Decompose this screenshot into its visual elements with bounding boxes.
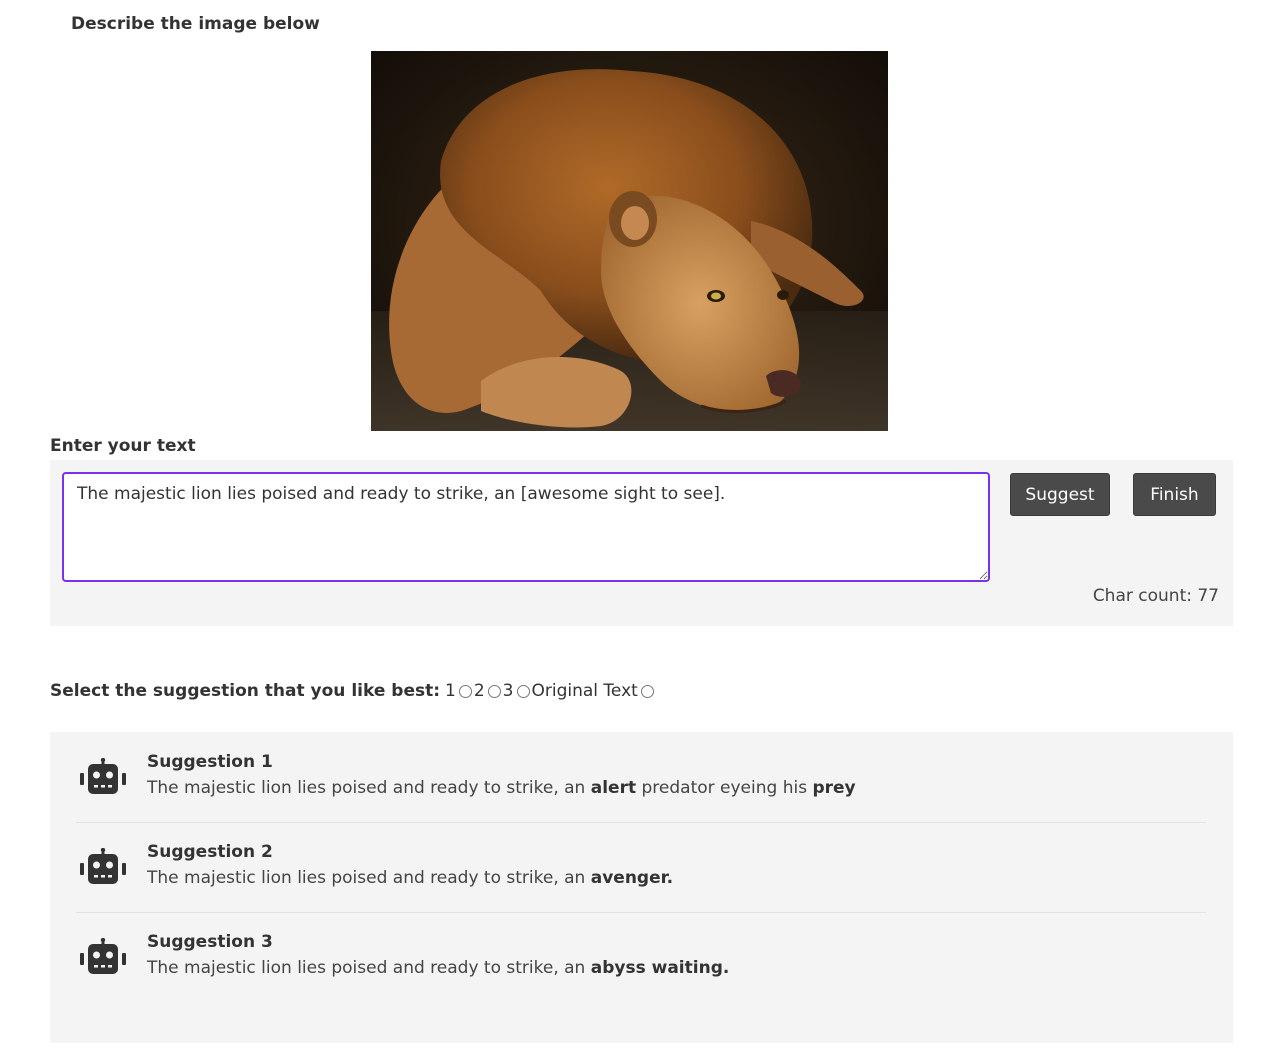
editor-panel: The majestic lion lies poised and ready … xyxy=(50,460,1233,626)
suggestion-item[interactable]: Suggestion 1 The majestic lion lies pois… xyxy=(76,732,1206,823)
char-count: Char count: 77 xyxy=(1092,586,1219,606)
radio-2[interactable] xyxy=(487,684,501,698)
suggestion-item[interactable]: Suggestion 3 The majestic lion lies pois… xyxy=(76,912,1206,1002)
radio-3[interactable] xyxy=(516,684,530,698)
prompt-label: Describe the image below xyxy=(71,14,320,34)
suggestion-text: The majestic lion lies poised and ready … xyxy=(147,958,730,978)
robot-icon xyxy=(80,848,126,884)
robot-icon xyxy=(80,938,126,974)
radio-option-label: 2 xyxy=(473,681,485,701)
suggestion-title: Suggestion 3 xyxy=(147,932,273,952)
suggestion-item[interactable]: Suggestion 2 The majestic lion lies pois… xyxy=(76,822,1206,913)
suggestion-text: The majestic lion lies poised and ready … xyxy=(147,778,856,798)
radio-option-3[interactable]: 3 xyxy=(503,681,532,701)
lion-image xyxy=(371,51,888,431)
finish-button[interactable]: Finish xyxy=(1133,473,1216,516)
selector-label: Select the suggestion that you like best… xyxy=(50,681,441,701)
suggestion-text: The majestic lion lies poised and ready … xyxy=(147,868,674,888)
suggestions-panel: Suggestion 1 The majestic lion lies pois… xyxy=(50,732,1233,1043)
radio-option-label: 1 xyxy=(445,681,456,701)
suggestion-title: Suggestion 2 xyxy=(147,842,273,862)
enter-text-label: Enter your text xyxy=(50,436,196,456)
radio-option-original[interactable]: Original Text xyxy=(532,681,656,701)
radio-option-label: Original Text xyxy=(531,681,638,701)
suggest-button[interactable]: Suggest xyxy=(1010,473,1110,516)
radio-option-2[interactable]: 2 xyxy=(474,681,503,701)
suggestion-title: Suggestion 1 xyxy=(147,752,273,772)
suggestion-selector: Select the suggestion that you like best… xyxy=(50,681,656,701)
radio-option-label: 3 xyxy=(502,681,514,701)
robot-icon xyxy=(80,758,126,794)
page: Describe the image below Enter your text… xyxy=(0,0,1263,1059)
description-textarea[interactable]: The majestic lion lies poised and ready … xyxy=(62,472,990,582)
radio-group: 1 2 3 Original Text xyxy=(445,681,656,701)
radio-original[interactable] xyxy=(640,684,654,698)
radio-1[interactable] xyxy=(458,684,472,698)
radio-option-1[interactable]: 1 xyxy=(445,681,474,701)
